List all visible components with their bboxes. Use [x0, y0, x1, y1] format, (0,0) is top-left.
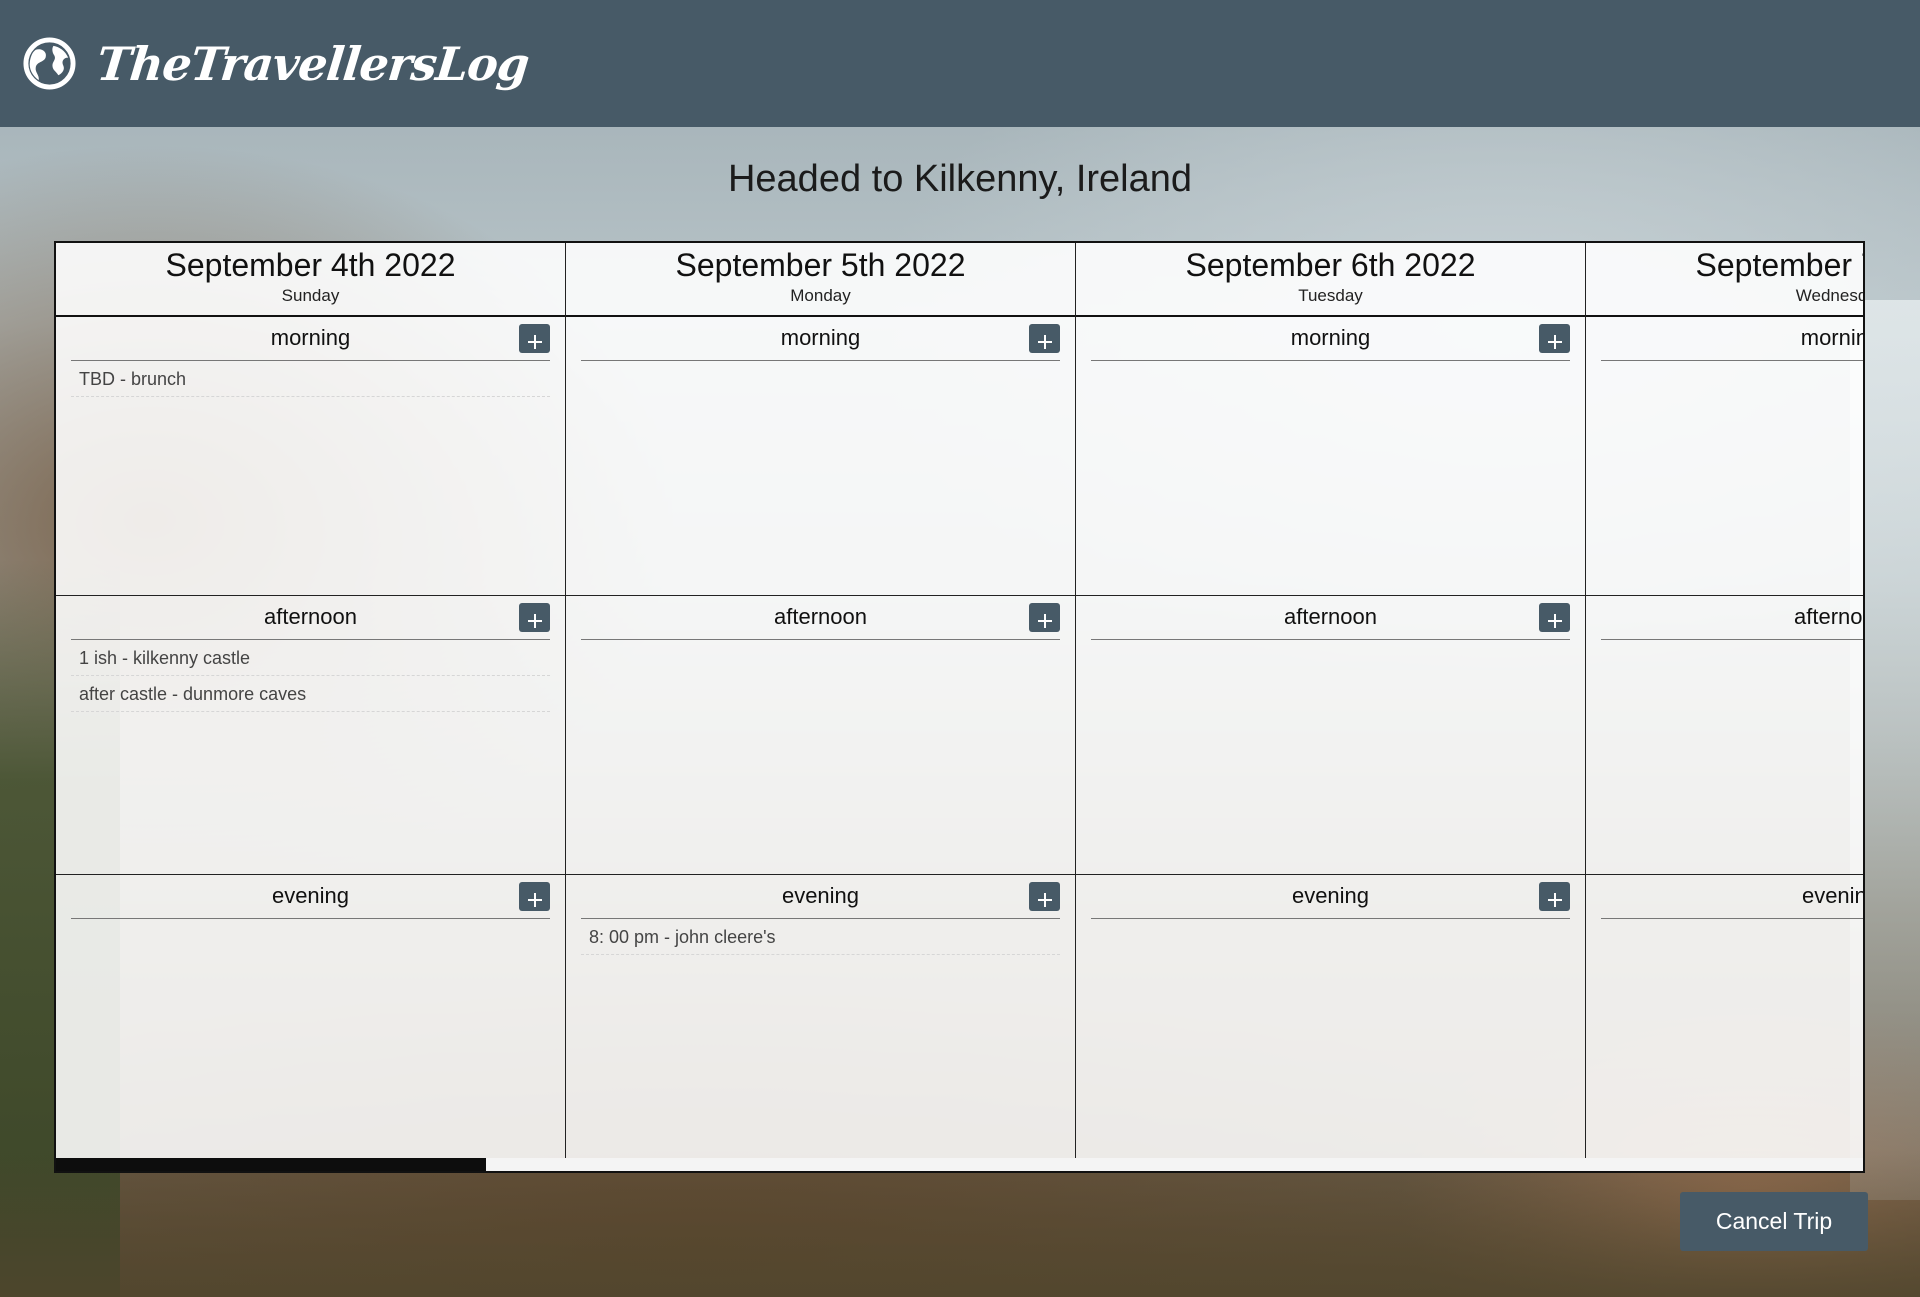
- day-date: September 6th 2022: [1185, 247, 1476, 283]
- add-entry-button[interactable]: [1029, 603, 1060, 632]
- days-track: September 4th 2022 Sunday morning TBD - bru…: [56, 243, 1864, 1158]
- slot-header: evening: [581, 875, 1060, 919]
- cancel-trip-button[interactable]: Cancel Trip: [1680, 1192, 1868, 1251]
- itinerary-entry[interactable]: after castle - dunmore caves: [71, 676, 550, 712]
- navbar: TheTravellersLog: [0, 0, 1920, 127]
- day-header: September 7th 2022 Wednesday: [1586, 243, 1864, 317]
- time-slot-evening: evening: [56, 875, 565, 1154]
- day-header: September 5th 2022 Monday: [566, 243, 1075, 317]
- day-column: September 4th 2022 Sunday morning TBD - bru…: [56, 243, 566, 1158]
- time-slot-afternoon: afternoon: [566, 596, 1075, 875]
- itinerary-entry[interactable]: 1 ish - kilkenny castle: [71, 640, 550, 676]
- day-column: September 5th 2022 Monday morning afternoon…: [566, 243, 1076, 1158]
- scrollbar-thumb[interactable]: [56, 1158, 486, 1171]
- slot-header: evening: [1601, 875, 1863, 919]
- horizontal-scrollbar[interactable]: [56, 1158, 1863, 1171]
- slot-label: afternoon: [1284, 604, 1377, 629]
- day-column: September 6th 2022 Tuesday morning afternoo…: [1076, 243, 1586, 1158]
- slot-label: evening: [1801, 883, 1863, 908]
- slot-label: morning: [270, 325, 351, 350]
- slot-label: morning: [1800, 325, 1863, 350]
- plus-icon: [1037, 892, 1052, 907]
- time-slot-morning: morning: [1586, 317, 1863, 596]
- slot-label: morning: [1290, 325, 1371, 350]
- plus-icon: [1037, 613, 1052, 628]
- slot-header: morning: [1091, 317, 1570, 361]
- time-slot-afternoon: afternoon: [1586, 596, 1863, 875]
- time-slot-afternoon: afternoon 1 ish - kilkenny castle after ca…: [56, 596, 565, 875]
- day-header: September 6th 2022 Tuesday: [1076, 243, 1585, 317]
- day-column: September 7th 2022 Wednesday morning aftern…: [1586, 243, 1864, 1158]
- slot-header: evening: [1091, 875, 1570, 919]
- slot-label: afternoon: [1794, 604, 1863, 629]
- slot-header: afternoon: [581, 596, 1060, 640]
- plus-icon: [527, 613, 542, 628]
- slot-label: evening: [271, 883, 350, 908]
- slot-header: morning: [71, 317, 550, 361]
- plus-icon: [1547, 334, 1562, 349]
- time-slot-afternoon: afternoon: [1076, 596, 1585, 875]
- slot-header: afternoon: [1601, 596, 1863, 640]
- time-slot-evening: evening: [1076, 875, 1585, 1154]
- day-weekday: Wednesday: [1795, 286, 1863, 305]
- add-entry-button[interactable]: [1029, 882, 1060, 911]
- brand-link[interactable]: TheTravellersLog: [22, 36, 532, 91]
- slot-label: afternoon: [774, 604, 867, 629]
- slot-header: evening: [71, 875, 550, 919]
- plus-icon: [1547, 892, 1562, 907]
- slot-label: morning: [780, 325, 861, 350]
- brand-name: TheTravellersLog: [94, 36, 532, 91]
- slot-header: afternoon: [1091, 596, 1570, 640]
- slot-header: afternoon: [71, 596, 550, 640]
- plus-icon: [1547, 613, 1562, 628]
- time-slot-evening: evening 8: 00 pm - john cleere's: [566, 875, 1075, 1154]
- day-date: September 4th 2022: [165, 247, 456, 283]
- slot-label: evening: [781, 883, 860, 908]
- add-entry-button[interactable]: [1539, 603, 1570, 632]
- day-date: September 5th 2022: [675, 247, 966, 283]
- itinerary-entry[interactable]: TBD - brunch: [71, 361, 550, 397]
- itinerary-calendar: September 4th 2022 Sunday morning TBD - bru…: [54, 241, 1865, 1173]
- slot-header: morning: [581, 317, 1060, 361]
- day-weekday: Tuesday: [1298, 286, 1363, 305]
- plus-icon: [527, 334, 542, 349]
- add-entry-button[interactable]: [1539, 324, 1570, 353]
- day-header: September 4th 2022 Sunday: [56, 243, 565, 317]
- slot-header: morning: [1601, 317, 1863, 361]
- globe-icon: [23, 37, 76, 90]
- add-entry-button[interactable]: [519, 324, 550, 353]
- add-entry-button[interactable]: [1539, 882, 1570, 911]
- add-entry-button[interactable]: [519, 603, 550, 632]
- plus-icon: [1037, 334, 1052, 349]
- time-slot-evening: evening: [1586, 875, 1863, 1154]
- add-entry-button[interactable]: [1029, 324, 1060, 353]
- time-slot-morning: morning: [566, 317, 1075, 596]
- time-slot-morning: morning TBD - brunch: [56, 317, 565, 596]
- time-slot-morning: morning: [1076, 317, 1585, 596]
- day-weekday: Monday: [790, 286, 851, 305]
- slot-label: evening: [1291, 883, 1370, 908]
- day-weekday: Sunday: [281, 286, 340, 305]
- day-date: September 7th 2022: [1695, 247, 1864, 283]
- plus-icon: [527, 892, 542, 907]
- add-entry-button[interactable]: [519, 882, 550, 911]
- slot-label: afternoon: [264, 604, 357, 629]
- trip-title: Headed to Kilkenny, Ireland: [727, 158, 1193, 200]
- itinerary-entry[interactable]: 8: 00 pm - john cleere's: [581, 919, 1060, 955]
